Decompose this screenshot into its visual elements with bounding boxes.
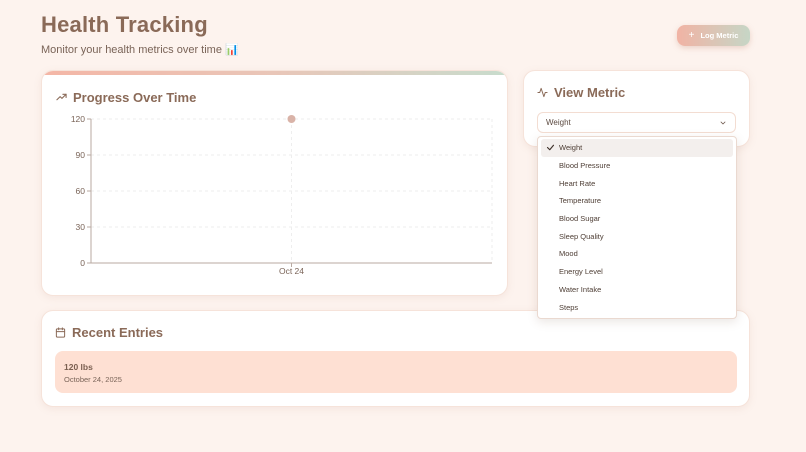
metric-select[interactable]: Weight <box>537 112 736 133</box>
metric-option-label: Heart Rate <box>559 178 596 188</box>
activity-icon <box>537 87 548 98</box>
metric-option-label: Mood <box>559 249 578 259</box>
metric-option[interactable]: Weight <box>541 139 733 157</box>
plus-icon: + <box>688 29 695 41</box>
y-tick-label: 60 <box>76 186 86 196</box>
metric-option-label: Steps <box>559 302 579 312</box>
metric-option[interactable]: Sleep Quality <box>541 227 733 245</box>
y-tick-label: 30 <box>76 222 86 232</box>
y-tick-label: 0 <box>80 258 85 268</box>
chart-emoji-icon: 📊 <box>225 44 239 56</box>
check-icon <box>546 144 555 151</box>
metric-option-label: Weight <box>559 143 583 153</box>
metric-option-label: Water Intake <box>559 284 602 294</box>
progress-card: Progress Over Time 0 30 60 90 120 Oct 24 <box>41 70 508 296</box>
metric-option-label: Blood Pressure <box>559 161 611 171</box>
entry-date: October 24, 2025 <box>64 375 122 384</box>
page-title: Health Tracking <box>41 12 208 37</box>
x-tick-label: Oct 24 <box>279 266 304 276</box>
entries-card: Recent Entries 120 lbs October 24, 2025 <box>41 310 750 407</box>
metric-option[interactable]: Steps <box>541 298 733 316</box>
metric-title: View Metric <box>554 85 626 100</box>
chevron-down-icon <box>720 121 726 124</box>
data-point <box>287 115 296 123</box>
metric-option-label: Blood Sugar <box>559 214 601 224</box>
log-metric-button[interactable]: + Log Metric <box>677 25 750 46</box>
calendar-icon <box>55 327 66 338</box>
metric-heading: View Metric <box>537 85 625 100</box>
metric-option[interactable]: Heart Rate <box>541 174 733 192</box>
entry-item[interactable]: 120 lbs October 24, 2025 <box>55 351 737 393</box>
page-subtitle-wrap: Monitor your health metrics over time 📊 <box>41 43 239 56</box>
metric-select-value: Weight <box>546 118 571 127</box>
log-metric-label: Log Metric <box>700 31 739 40</box>
metric-option[interactable]: Blood Sugar <box>541 210 733 228</box>
metric-option[interactable]: Mood <box>541 245 733 263</box>
metric-option[interactable]: Temperature <box>541 192 733 210</box>
progress-chart: 0 30 60 90 120 Oct 24 <box>71 114 493 276</box>
metric-dropdown: Weight Blood Pressure Heart Rate Temperatur… <box>537 136 737 319</box>
entries-heading: Recent Entries <box>55 325 163 340</box>
y-tick-label: 120 <box>71 114 85 124</box>
metric-option[interactable]: Energy Level <box>541 263 733 281</box>
y-tick-label: 90 <box>76 150 86 160</box>
entries-title: Recent Entries <box>72 325 164 340</box>
page-subtitle: Monitor your health metrics over time <box>41 44 222 56</box>
entry-value: 120 lbs <box>64 362 93 372</box>
metric-option-label: Sleep Quality <box>559 231 604 241</box>
metric-option[interactable]: Blood Pressure <box>541 157 733 175</box>
metric-option-label: Energy Level <box>559 267 603 277</box>
metric-option[interactable]: Water Intake <box>541 281 733 299</box>
metric-option-label: Temperature <box>559 196 602 206</box>
